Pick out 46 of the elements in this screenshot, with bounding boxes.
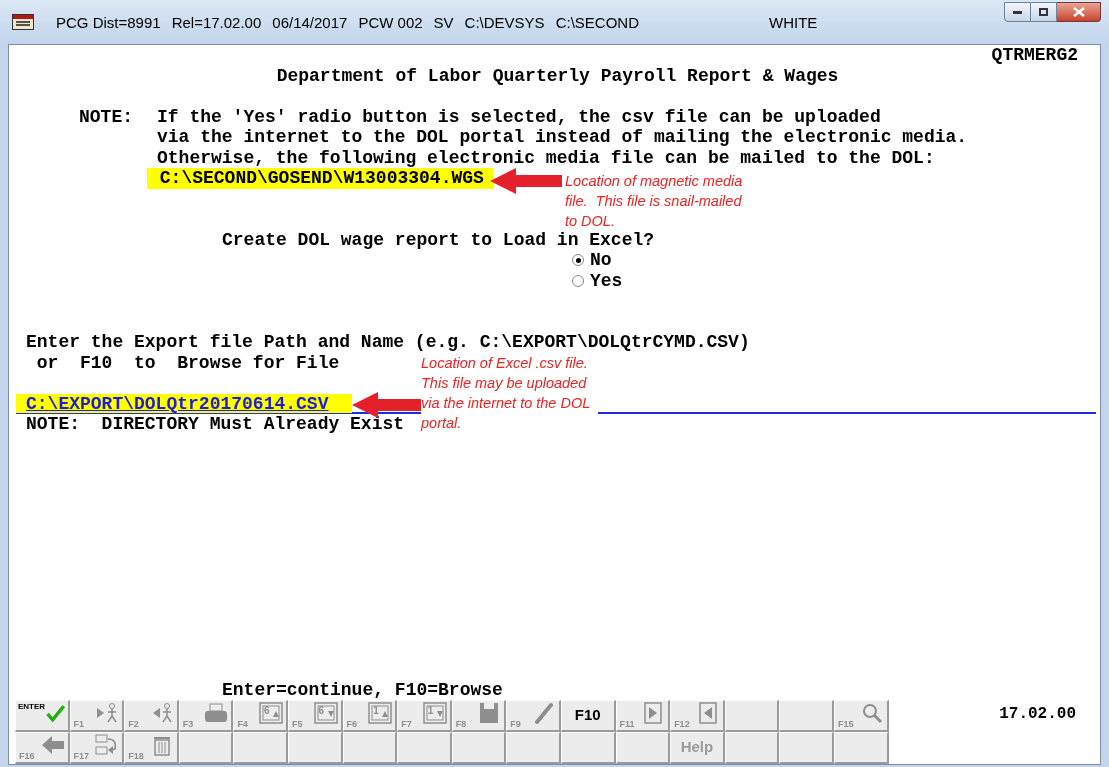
title-field: Rel=17.02.00 xyxy=(171,12,262,35)
directory-note: NOTE: DIRECTORY Must Already Exist xyxy=(26,414,405,434)
title-user: WHITE xyxy=(768,13,818,33)
title-field: SV xyxy=(433,12,454,35)
function-key[interactable]: F10 xyxy=(560,700,616,732)
walking-figure-icon xyxy=(95,702,120,724)
screen-id: QTRMERG2 xyxy=(991,45,1078,66)
close-button[interactable] xyxy=(1057,2,1101,22)
radio-button[interactable] xyxy=(572,274,584,287)
question-text: Create DOL wage report to Load in Excel? xyxy=(222,229,655,250)
note-text: Otherwise, the following electronic media file can be mailed to the DOL: xyxy=(157,147,936,168)
prompt-text: or F10 to Browse for File xyxy=(35,352,340,373)
window-icon xyxy=(258,702,283,724)
note-text: via the internet to the DOL portal instead of mailing the electronic media. xyxy=(157,127,968,148)
footer-hint: Enter=continue, F10=Browse xyxy=(222,679,503,700)
radio-option[interactable]: No xyxy=(572,250,612,271)
window-icon xyxy=(313,702,338,724)
enter-key[interactable]: ENTER xyxy=(15,700,70,732)
note-label: NOTE: xyxy=(79,106,134,127)
screen-heading: Department of Labor Quarterly Payroll Report & Wages xyxy=(276,65,839,86)
title-field: 06/14/2017 xyxy=(272,12,348,35)
app-icon xyxy=(12,14,34,30)
key-digit: 1 xyxy=(427,705,434,717)
radio-button[interactable] xyxy=(572,254,584,267)
title-field: C:\SECOND xyxy=(555,12,639,35)
minimize-button[interactable] xyxy=(1004,2,1031,22)
radio-option[interactable]: Yes xyxy=(572,270,623,291)
maximize-button[interactable] xyxy=(1031,2,1057,22)
prompt-text: Enter the Export file Path and Name (e.g. C:\EXPORT\DOLQtrCYMD.CSV) xyxy=(26,332,750,352)
arrow-left-icon xyxy=(40,734,65,756)
printer-icon xyxy=(204,702,229,724)
key-digit: 6 xyxy=(318,705,325,717)
pointer-arrow xyxy=(490,168,562,194)
title-field: C:\DEVSYS xyxy=(464,12,545,35)
close-icon xyxy=(1072,7,1085,17)
pointer-arrow xyxy=(352,392,424,418)
title-field: PCG Dist=8991 xyxy=(56,12,161,35)
checkmark-icon xyxy=(45,702,66,724)
key-digit: 1 xyxy=(373,705,379,717)
key-digit: 6 xyxy=(263,705,270,717)
note-text: If the 'Yes' radio button is selected, the csv file can be uploaded xyxy=(157,106,882,127)
window-icon xyxy=(422,702,447,724)
title-field: PCW 002 xyxy=(358,12,423,35)
version-label: 17.02.00 xyxy=(999,704,1076,724)
window-icon xyxy=(368,702,393,724)
media-file-path: C:\SECOND\GOSEND\W13003304.WGS xyxy=(147,168,494,189)
